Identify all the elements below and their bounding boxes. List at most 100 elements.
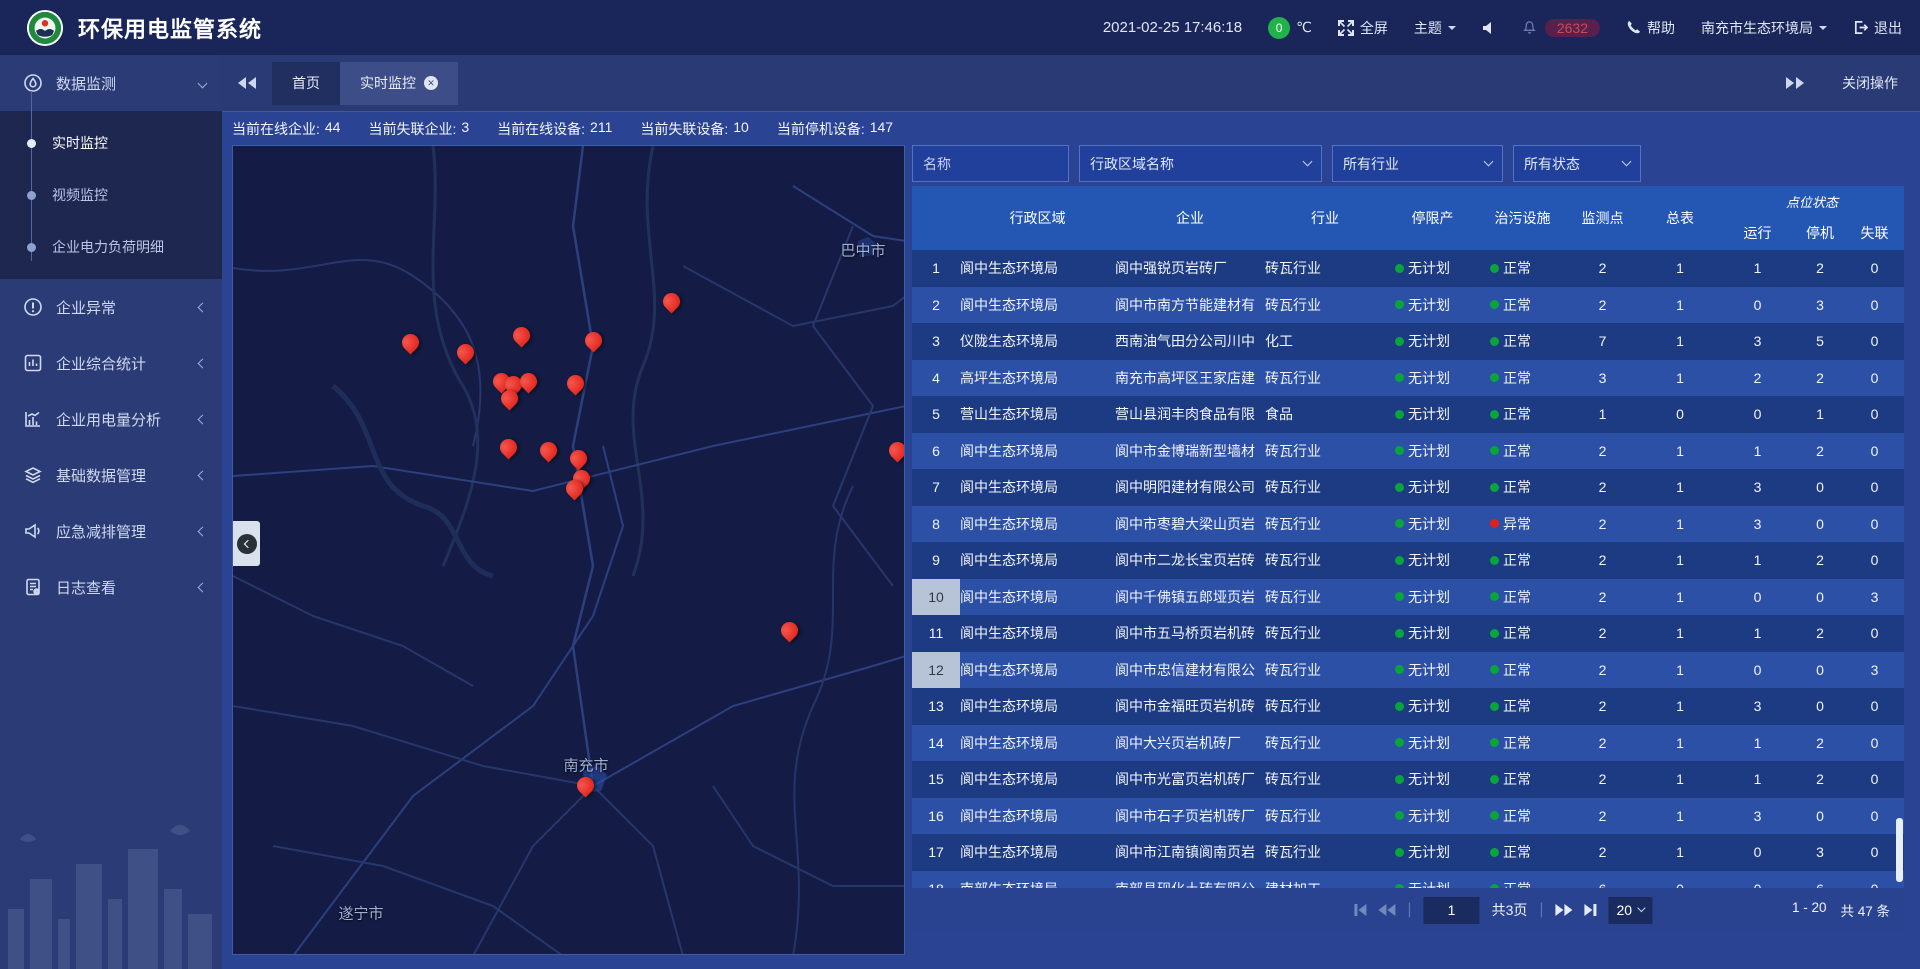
table-row[interactable]: 10阆中生态环境局阆中千佛镇五郎垭页岩砖瓦行业无计划正常21003 (912, 579, 1904, 616)
table-row[interactable]: 16阆中生态环境局阆中市石子页岩机砖厂砖瓦行业无计划正常21300 (912, 798, 1904, 835)
status-filter-select[interactable]: 所有状态 (1513, 145, 1641, 182)
industry-filter-select[interactable]: 所有行业 (1332, 145, 1503, 182)
cell-district: 阆中生态环境局 (960, 660, 1115, 680)
tab-realtime-monitor[interactable]: 实时监控 (340, 62, 458, 105)
theme-dropdown[interactable]: 主题 (1414, 18, 1456, 38)
close-operations-button[interactable]: 关闭操作 (1842, 73, 1898, 93)
map-marker-icon[interactable] (779, 620, 799, 646)
chevron-down-icon (1303, 157, 1313, 167)
table-row[interactable]: 13阆中生态环境局阆中市金福旺页岩机砖砖瓦行业无计划正常21300 (912, 688, 1904, 725)
next-page-button[interactable] (1556, 904, 1573, 916)
cell-num: 16 (912, 808, 960, 824)
sidebar-item-enterprise-abnormal[interactable]: 企业异常 (0, 279, 222, 335)
table-row[interactable]: 12阆中生态环境局阆中市忠信建材有限公砖瓦行业无计划正常21003 (912, 652, 1904, 689)
prev-page-button[interactable] (1378, 904, 1395, 916)
map-marker-icon[interactable] (400, 332, 420, 358)
pagination-bar: | 1 共3页 | 20 1 - 20 (912, 888, 1904, 932)
cell-limit: 无计划 (1385, 587, 1480, 607)
table-row[interactable]: 5营山生态环境局营山县润丰肉食品有限食品无计划正常10010 (912, 396, 1904, 433)
table-row[interactable]: 1阆中生态环境局阆中强锐页岩砖厂砖瓦行业无计划正常21120 (912, 250, 1904, 287)
cell-company: 营山县润丰肉食品有限 (1115, 404, 1265, 424)
table-row[interactable]: 4高坪生态环境局南充市高坪区王家店建砖瓦行业无计划正常31220 (912, 360, 1904, 397)
cell-lost: 0 (1845, 516, 1904, 532)
sidebar-subitem-label: 视频监控 (52, 185, 108, 205)
table-row[interactable]: 15阆中生态环境局阆中市光富页岩机砖厂砖瓦行业无计划正常21120 (912, 761, 1904, 798)
status-green-dot-icon (1395, 446, 1404, 455)
map-marker-icon[interactable] (575, 775, 595, 801)
sidebar-item-label: 数据监测 (56, 73, 199, 94)
cell-lost: 0 (1845, 881, 1904, 888)
org-dropdown[interactable]: 南充市生态环境局 (1701, 18, 1827, 38)
sidebar-item-data-monitoring[interactable]: 数据监测 (0, 55, 222, 111)
map-marker-icon[interactable] (661, 291, 681, 317)
tab-close-icon[interactable] (424, 76, 438, 90)
sidebar-item-log-view[interactable]: 日志查看 (0, 559, 222, 615)
status-green-dot-icon (1395, 775, 1404, 784)
cell-district: 阆中生态环境局 (960, 623, 1115, 643)
tabs-scroll-left-button[interactable] (222, 77, 272, 89)
map-marker-icon[interactable] (455, 342, 475, 368)
page-size-select[interactable]: 20 (1609, 897, 1653, 924)
fullscreen-button[interactable]: 全屏 (1338, 18, 1388, 38)
sidebar-subitem-realtime-monitor[interactable]: 实时监控 (0, 117, 222, 169)
sidebar-item-emergency-reduction[interactable]: 应急减排管理 (0, 503, 222, 559)
cell-num: 6 (912, 443, 960, 459)
table-row[interactable]: 9阆中生态环境局阆中市二龙长宝页岩砖砖瓦行业无计划正常21120 (912, 542, 1904, 579)
cell-run: 0 (1720, 844, 1795, 860)
table-row[interactable]: 2阆中生态环境局阆中市南方节能建材有砖瓦行业无计划正常21030 (912, 287, 1904, 324)
table-row[interactable]: 7阆中生态环境局阆中明阳建材有限公司砖瓦行业无计划正常21300 (912, 469, 1904, 506)
voice-toggle-button[interactable] (1482, 21, 1496, 35)
map-panel[interactable]: 巴中市南充市遂宁市 (232, 145, 905, 955)
map-marker-icon[interactable] (564, 478, 584, 504)
notification-bell[interactable]: 2632 (1522, 19, 1600, 37)
help-button[interactable]: 帮助 (1626, 18, 1675, 38)
table-row[interactable]: 11阆中生态环境局阆中市五马桥页岩机砖砖瓦行业无计划正常21120 (912, 615, 1904, 652)
map-marker-icon[interactable] (538, 440, 558, 466)
map-marker-icon[interactable] (565, 373, 585, 399)
map-marker-icon[interactable] (498, 437, 518, 463)
last-page-button[interactable] (1585, 904, 1597, 916)
table-row[interactable]: 18南部生态环境局南部县砚化土砖有限公建材加工无计划正常60060 (912, 871, 1904, 889)
logout-button[interactable]: 退出 (1853, 18, 1902, 38)
cell-num: 4 (912, 370, 960, 386)
sidebar-subitem-video-monitor[interactable]: 视频监控 (0, 169, 222, 221)
table-scrollbar-thumb[interactable] (1896, 818, 1903, 882)
tab-label: 首页 (292, 73, 320, 93)
map-marker-icon[interactable] (499, 388, 519, 414)
enterprise-table: 行政区域 企业 行业 停限产 治污设施 监测点 总表 点位状态 运行 (912, 186, 1904, 888)
tabs-scroll-right-button[interactable] (1770, 77, 1820, 89)
table-row[interactable]: 14阆中生态环境局阆中大兴页岩机砖厂砖瓦行业无计划正常21120 (912, 725, 1904, 762)
phone-icon (1626, 20, 1641, 35)
map-marker-icon[interactable] (518, 371, 538, 397)
cell-company: 阆中市五马桥页岩机砖 (1115, 623, 1265, 643)
status-red-dot-icon (1490, 519, 1499, 528)
status-green-dot-icon (1490, 446, 1499, 455)
status-text: 正常 (1503, 477, 1531, 497)
map-collapse-button[interactable] (233, 521, 260, 566)
sidebar-item-base-data[interactable]: 基础数据管理 (0, 447, 222, 503)
district-filter-select[interactable]: 行政区域名称 (1079, 145, 1322, 182)
cell-run: 1 (1720, 735, 1795, 751)
map-marker-icon[interactable] (511, 325, 531, 351)
cell-industry: 砖瓦行业 (1265, 696, 1385, 716)
map-marker-icon[interactable] (583, 330, 603, 356)
name-filter-input[interactable] (912, 145, 1069, 182)
status-green-dot-icon (1395, 738, 1404, 747)
table-row[interactable]: 6阆中生态环境局阆中市金博瑞新型墙材砖瓦行业无计划正常21120 (912, 433, 1904, 470)
cell-limit: 无计划 (1385, 806, 1480, 826)
tab-home[interactable]: 首页 (272, 62, 340, 105)
theme-label: 主题 (1414, 18, 1442, 38)
sidebar-item-power-analysis[interactable]: 企业用电量分析 (0, 391, 222, 447)
chevron-down-icon (1448, 26, 1456, 34)
first-page-button[interactable] (1354, 904, 1366, 916)
map-marker-icon[interactable] (887, 440, 905, 466)
sidebar-item-enterprise-stats[interactable]: 企业综合统计 (0, 335, 222, 391)
page-number-input[interactable]: 1 (1424, 897, 1480, 924)
cell-district: 阆中生态环境局 (960, 806, 1115, 826)
table-row[interactable]: 3仪陇生态环境局西南油气田分公司川中化工无计划正常71350 (912, 323, 1904, 360)
column-header-points: 监测点 (1565, 186, 1640, 250)
table-row[interactable]: 17阆中生态环境局阆中市江南镇阆南页岩砖瓦行业无计划正常21030 (912, 834, 1904, 871)
cell-limit: 无计划 (1385, 660, 1480, 680)
table-row[interactable]: 8阆中生态环境局阆中市枣碧大梁山页岩砖瓦行业无计划异常21300 (912, 506, 1904, 543)
sidebar-subitem-power-load-detail[interactable]: 企业电力负荷明细 (0, 221, 222, 273)
